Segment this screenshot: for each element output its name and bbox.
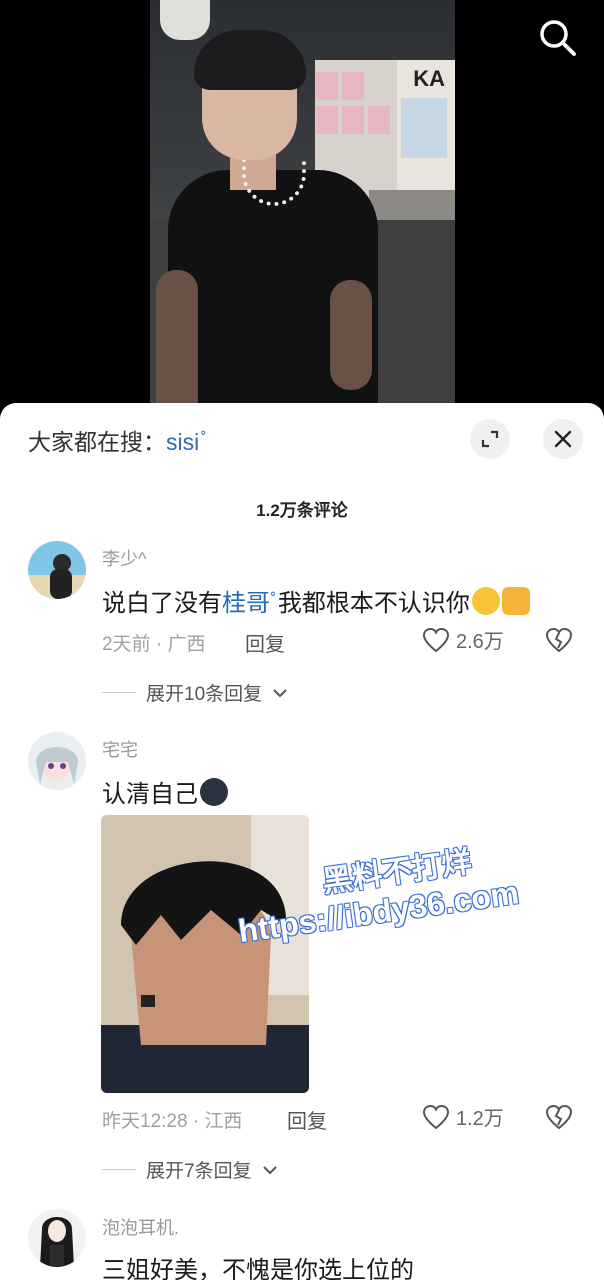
- like-button[interactable]: 1.2万: [422, 1102, 504, 1131]
- avatar[interactable]: [28, 541, 86, 599]
- username[interactable]: 李少^: [102, 545, 146, 571]
- chevron-down-icon: [273, 688, 287, 697]
- video-frame: KA: [150, 0, 455, 420]
- poster: [342, 106, 364, 134]
- poster: [316, 72, 338, 100]
- mochi-emoji-icon: [200, 778, 228, 806]
- comment-text-part: 认清自己: [102, 781, 198, 808]
- comment-photo: [101, 815, 309, 1093]
- person-arm: [330, 280, 372, 390]
- like-count: 1.2万: [456, 1108, 504, 1130]
- dislike-button[interactable]: [545, 1104, 573, 1134]
- hot-search-keyword[interactable]: sisi: [166, 429, 199, 455]
- avatar-image: [28, 732, 86, 790]
- sheet-header: 大家都在搜：sisiᐤ: [0, 403, 604, 473]
- expand-replies-label: 展开10条回复: [146, 684, 263, 705]
- comment-text: 说白了没有桂哥ᐤ我都根本不认识你: [102, 583, 530, 618]
- street-light: [160, 0, 210, 40]
- search-icon: ᐤ: [270, 589, 276, 606]
- shop-sign: KA: [413, 66, 445, 91]
- broken-heart-icon: [545, 1104, 573, 1130]
- heart-icon: [422, 1104, 450, 1129]
- expand-replies-button[interactable]: 展开10条回复: [102, 679, 288, 706]
- expand-replies-label: 展开7条回复: [146, 1161, 252, 1182]
- fullscreen-button[interactable]: [470, 419, 510, 459]
- username[interactable]: 泡泡耳机.: [102, 1214, 179, 1240]
- reply-button[interactable]: 回复: [245, 628, 285, 657]
- search-icon: [540, 20, 576, 56]
- comment-count: 1.2万条评论: [256, 501, 348, 520]
- person-arm: [156, 270, 198, 420]
- heart-icon: [422, 627, 450, 652]
- comment-meta: 昨天12:28 · 江西: [102, 1111, 243, 1132]
- comment-item: 泡泡耳机. 三姐好美，不愧是你选上位的: [0, 1207, 604, 1280]
- username[interactable]: 宅宅: [102, 736, 138, 762]
- comment-text: 认清自己: [102, 774, 228, 809]
- avatar-image: [28, 541, 86, 599]
- hot-search-label: 大家都在搜：: [28, 429, 166, 455]
- close-button[interactable]: [543, 419, 583, 459]
- expand-replies-button[interactable]: 展开7条回复: [102, 1156, 278, 1183]
- comment-text: 三姐好美，不愧是你选上位的: [102, 1257, 414, 1280]
- comment-text-part: 我都根本不认识你: [277, 590, 470, 617]
- poster: [316, 106, 338, 134]
- video-player[interactable]: KA: [0, 0, 604, 420]
- avatar-image: [28, 1209, 86, 1267]
- like-button[interactable]: 2.6万: [422, 625, 504, 654]
- shop-window: [401, 98, 447, 158]
- reply-button[interactable]: 回复: [287, 1105, 327, 1134]
- ok-hand-emoji-icon: [501, 587, 530, 615]
- chevron-down-icon: [262, 1165, 277, 1174]
- divider: [102, 692, 136, 693]
- dislike-button[interactable]: [545, 627, 573, 657]
- laughing-emoji-icon: [471, 587, 500, 615]
- poster: [342, 72, 364, 100]
- comment-item: 宅宅 认清自己 昨天12:28 · 江西 回复 1.2万 展开7条回复: [0, 730, 604, 1190]
- like-count: 2.6万: [456, 631, 504, 653]
- comment-image[interactable]: [101, 815, 309, 1093]
- search-button[interactable]: [536, 16, 578, 58]
- poster: [368, 106, 390, 134]
- expand-icon: [481, 430, 499, 448]
- avatar[interactable]: [28, 732, 86, 790]
- hot-search[interactable]: 大家都在搜：sisiᐤ: [28, 423, 206, 457]
- person-hair: [194, 30, 306, 90]
- comment-keyword[interactable]: 桂哥: [222, 590, 270, 617]
- broken-heart-icon: [545, 627, 573, 653]
- close-icon: [554, 430, 572, 448]
- comment-text-part: 说白了没有: [102, 590, 222, 617]
- comment-meta: 2天前 · 广西: [102, 634, 206, 655]
- comment-item: 李少^ 说白了没有桂哥ᐤ我都根本不认识你 2天前 · 广西 回复 2.6万 展开…: [0, 541, 604, 711]
- avatar[interactable]: [28, 1209, 86, 1267]
- divider: [102, 1169, 136, 1170]
- search-icon: ᐤ: [200, 428, 207, 446]
